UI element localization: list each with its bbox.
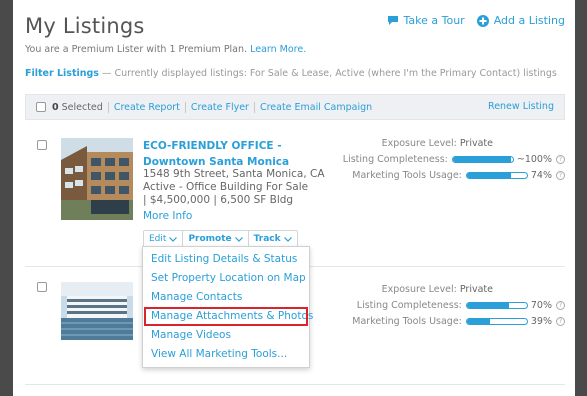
listing-metrics: Exposure Level: Private Listing Complete… (325, 138, 565, 188)
info-icon[interactable]: ? (556, 155, 565, 164)
completeness-bar-fill (452, 157, 512, 162)
promote-label: Promote (188, 234, 232, 244)
menu-item-manage-videos[interactable]: Manage Videos (143, 326, 309, 345)
toolbar-divider (107, 101, 109, 113)
add-listing-label: Add a Listing (493, 14, 565, 27)
menu-item-set-property-location[interactable]: Set Property Location on Map (143, 269, 309, 288)
listing-checkbox[interactable] (37, 282, 47, 292)
selected-count: 0 (52, 101, 59, 113)
listings-page: My Listings Take a Tour Add a Listing Yo… (13, 0, 575, 396)
listing-completeness: Listing Completeness: ~100% ? (343, 154, 565, 165)
marketing-label: Marketing Tools Usage: (352, 316, 462, 327)
bulk-actions-toolbar: 0 Selected Create Report Create Flyer Cr… (25, 94, 565, 120)
toolbar-divider (184, 101, 186, 113)
chevron-down-icon (234, 236, 243, 242)
marketing-bar-fill (466, 319, 491, 324)
listing-title-link[interactable]: ECO-FRIENDLY OFFICE - Downtown Santa Mon… (143, 138, 343, 170)
marketing-bar (465, 172, 528, 179)
listing-checkbox[interactable] (37, 140, 47, 150)
completeness-value: ~100% (516, 154, 552, 165)
learn-more-link[interactable]: Learn More. (250, 44, 306, 55)
create-report-link[interactable]: Create Report (114, 102, 180, 113)
completeness-bar-fill (466, 303, 509, 308)
track-dropdown-button[interactable]: Track (249, 231, 297, 247)
marketing-bar-fill (466, 173, 512, 178)
chevron-down-icon (283, 236, 292, 242)
marketing-value: 39% (530, 316, 552, 327)
edit-dropdown-button[interactable]: Edit (144, 231, 184, 247)
marketing-value: 74% (530, 170, 552, 181)
marketing-tools-usage: Marketing Tools Usage: 39% ? (352, 316, 565, 327)
exposure-label: Exposure Level: (381, 138, 457, 149)
marketing-label: Marketing Tools Usage: (352, 170, 462, 181)
info-icon[interactable]: ? (556, 171, 565, 180)
plus-circle-icon (476, 14, 489, 27)
completeness-label: Listing Completeness: (356, 300, 462, 311)
exposure-label: Exposure Level: (381, 284, 457, 295)
renew-listing-link[interactable]: Renew Listing (488, 101, 554, 112)
exposure-level: Exposure Level: Private (382, 138, 565, 149)
create-flyer-link[interactable]: Create Flyer (191, 102, 249, 113)
listing-completeness: Listing Completeness: 70% ? (357, 300, 565, 311)
chat-bubble-icon (387, 16, 398, 25)
premium-status: You are a Premium Lister with 1 Premium … (25, 44, 306, 55)
premium-status-text: You are a Premium Lister with 1 Premium … (25, 44, 248, 55)
menu-item-edit-listing-details[interactable]: Edit Listing Details & Status (143, 250, 309, 269)
listing-address: 1548 9th Street, Santa Monica, CA (143, 168, 325, 180)
promote-dropdown-button[interactable]: Promote (183, 231, 249, 247)
more-info-link[interactable]: More Info (143, 210, 192, 222)
track-label: Track (253, 234, 281, 244)
page-title: My Listings (25, 14, 145, 38)
toolbar-divider (253, 101, 255, 113)
header-actions: Take a Tour Add a Listing (375, 14, 565, 27)
exposure-value: Private (459, 284, 493, 295)
menu-item-manage-contacts[interactable]: Manage Contacts (143, 288, 309, 307)
marketing-bar (465, 318, 528, 325)
listing-divider (25, 384, 565, 385)
completeness-bar (451, 156, 514, 163)
exposure-value: Private (459, 138, 493, 149)
add-listing-link[interactable]: Add a Listing (476, 14, 565, 27)
listing-details: 1548 9th Street, Santa Monica, CA Active… (143, 168, 325, 207)
filter-description: — Currently displayed listings: For Sale… (102, 68, 557, 79)
listing-thumbnail[interactable] (61, 282, 133, 340)
menu-item-view-all-marketing-tools[interactable]: View All Marketing Tools... (143, 345, 309, 364)
chevron-down-icon (169, 236, 178, 242)
take-tour-label: Take a Tour (403, 14, 465, 27)
listing-metrics: Exposure Level: Private Listing Complete… (325, 284, 565, 334)
completeness-value: 70% (530, 300, 552, 311)
info-icon[interactable]: ? (556, 317, 565, 326)
office-building-photo (61, 138, 133, 220)
listing-status: Active - Office Building For Sale (143, 181, 309, 193)
listing-thumbnail[interactable] (61, 138, 133, 220)
filter-listings-link[interactable]: Filter Listings (25, 68, 99, 79)
create-email-campaign-link[interactable]: Create Email Campaign (260, 102, 372, 113)
menu-item-manage-attachments-photos[interactable]: Manage Attachments & Photos (144, 307, 313, 326)
completeness-bar (465, 302, 528, 309)
info-icon[interactable]: ? (556, 301, 565, 310)
listing-price-size: | $4,500,000 | 6,500 SF Bldg (143, 194, 294, 206)
completeness-label: Listing Completeness: (342, 154, 448, 165)
waterfront-building-photo (61, 282, 133, 340)
filter-summary: Filter Listings — Currently displayed li… (25, 68, 557, 79)
edit-dropdown-menu: Edit Listing Details & Status Set Proper… (142, 246, 313, 368)
edit-label: Edit (149, 234, 167, 244)
exposure-level: Exposure Level: Private (382, 284, 565, 295)
select-all-checkbox[interactable] (36, 102, 46, 112)
selected-label: Selected (61, 101, 103, 113)
take-tour-link[interactable]: Take a Tour (387, 14, 465, 27)
marketing-tools-usage: Marketing Tools Usage: 74% ? (352, 170, 565, 181)
